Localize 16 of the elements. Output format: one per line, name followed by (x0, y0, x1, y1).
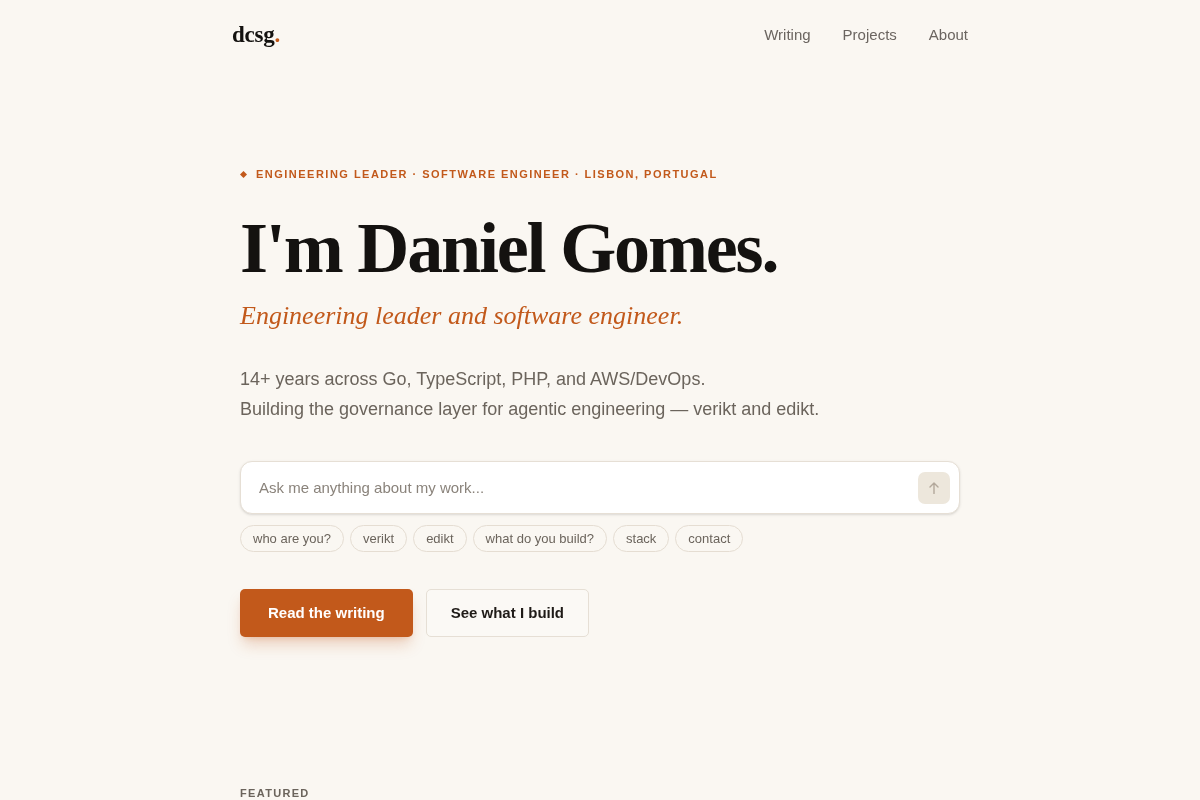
nav-link[interactable]: Writing (764, 23, 811, 47)
site-logo[interactable]: dcsg. (232, 17, 281, 53)
diamond-icon (240, 170, 247, 178)
hero-tagline: Engineering leader and software engineer. (240, 300, 684, 332)
secondary-button[interactable]: See what I build (425, 589, 590, 637)
send-button[interactable] (918, 471, 950, 504)
nav-link[interactable]: Projects (842, 23, 897, 47)
eyebrow-text: ENGINEERING LEADER · SOFTWARE ENGINEER · LISBON, PORTUGAL (256, 167, 718, 181)
primary-button[interactable]: Read the writing (240, 589, 413, 637)
nav-link[interactable]: About (928, 23, 968, 47)
arrow-up-icon (929, 481, 939, 494)
section-heading: FEATURED (240, 786, 310, 800)
ask-field[interactable]: Ask me anything about my work... (240, 461, 960, 514)
intro-text: Building the governance layer for agentic engineering — verikt and edikt. (240, 398, 820, 421)
hero-heading: I'm Daniel Gomes. (240, 212, 778, 284)
intro-text: 14+ years across Go, TypeScript, PHP, and AWS/DevOps. (240, 368, 706, 391)
